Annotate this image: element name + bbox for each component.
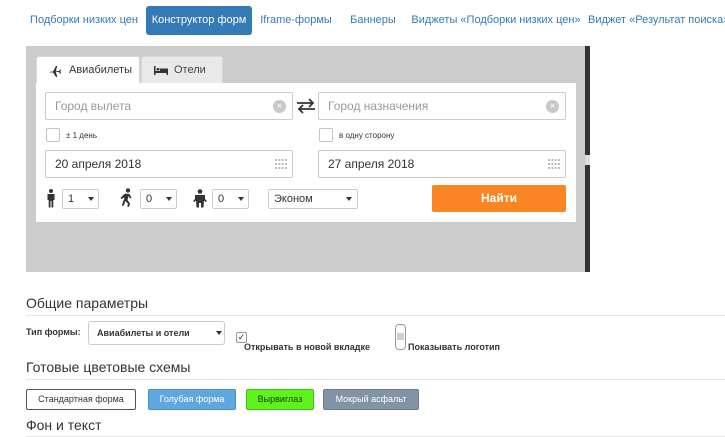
general-params-title: Общие параметры	[26, 295, 149, 311]
chevron-down-icon	[88, 197, 94, 201]
child-icon	[120, 188, 132, 207]
nav-tab-banners[interactable]: Баннеры	[344, 6, 402, 35]
scheme-standard-button[interactable]: Стандартная форма	[26, 389, 136, 410]
chevron-down-icon	[346, 197, 352, 201]
divider	[26, 379, 725, 380]
background-text-title: Фон и текст	[26, 417, 102, 433]
form-type-label: Тип формы:	[26, 327, 81, 337]
clear-destination-icon[interactable]: ×	[546, 100, 559, 113]
swap-cities-icon[interactable]	[296, 98, 316, 114]
nav-tab-iframe-forms[interactable]: Iframe-формы	[258, 6, 334, 35]
tab-hotels[interactable]: Отели	[141, 56, 223, 83]
tab-flights-label: Авиабилеты	[69, 64, 133, 76]
destination-city-input[interactable]: Город назначения	[318, 92, 566, 120]
calendar-icon	[548, 159, 560, 169]
scheme-blue-button[interactable]: Голубая форма	[148, 389, 236, 410]
show-logo-label: Показывать логотип	[408, 342, 500, 352]
infant-icon	[193, 189, 207, 208]
children-value: 0	[146, 193, 153, 205]
origin-city-input[interactable]: Город вылета	[45, 92, 293, 120]
cabin-class-select[interactable]: Эконом	[268, 189, 358, 209]
depart-date-input[interactable]: 20 апреля 2018	[45, 150, 293, 178]
form-type-value: Авиабилеты и отели	[97, 328, 190, 338]
one-way-label: в одну сторону	[339, 131, 395, 140]
cabin-class-value: Эконом	[274, 193, 313, 205]
search-button[interactable]: Найти	[432, 185, 566, 212]
chevron-down-icon	[216, 331, 222, 335]
flexible-dates-checkbox[interactable]	[46, 128, 60, 142]
nav-tab-low-price-widgets[interactable]: Виджеты «Подборки низких цен»	[410, 6, 582, 35]
tab-hotels-label: Отели	[174, 64, 206, 76]
tab-flights[interactable]: Авиабилеты	[36, 56, 140, 84]
chevron-down-icon	[238, 197, 244, 201]
scheme-wet-asphalt-button[interactable]: Мокрый асфальт	[323, 389, 419, 410]
nav-tab-low-price-collections[interactable]: Подборки низких цен	[28, 6, 140, 35]
one-way-checkbox[interactable]	[319, 128, 333, 142]
return-date-input[interactable]: 27 апреля 2018	[318, 150, 566, 178]
clear-origin-icon[interactable]: ×	[273, 100, 286, 113]
nav-tab-search-result-widget[interactable]: Виджет «Результат поиска»	[588, 6, 725, 35]
scheme-green-button[interactable]: Вырвиглаз	[246, 389, 314, 410]
chevron-down-icon	[166, 197, 172, 201]
flexible-dates-label: ± 1 день	[66, 131, 97, 140]
open-new-tab-label: Открывать в новой вкладке	[244, 342, 370, 352]
show-logo-toggle-knob	[397, 333, 404, 340]
calendar-icon	[275, 159, 287, 169]
top-nav: Подборки низких цен Конструктор форм Ifr…	[0, 0, 725, 40]
color-schemes-title: Готовые цветовые схемы	[26, 359, 191, 375]
plane-icon	[49, 66, 61, 77]
preview-resize-handle[interactable]	[585, 155, 590, 165]
divider	[26, 315, 725, 316]
nav-tab-form-builder[interactable]: Конструктор форм	[146, 6, 252, 35]
form-type-select[interactable]: Авиабилеты и отели	[88, 321, 225, 345]
bed-icon	[154, 66, 168, 75]
adult-icon	[47, 189, 55, 208]
adults-value: 1	[68, 193, 75, 205]
infants-value: 0	[218, 193, 225, 205]
